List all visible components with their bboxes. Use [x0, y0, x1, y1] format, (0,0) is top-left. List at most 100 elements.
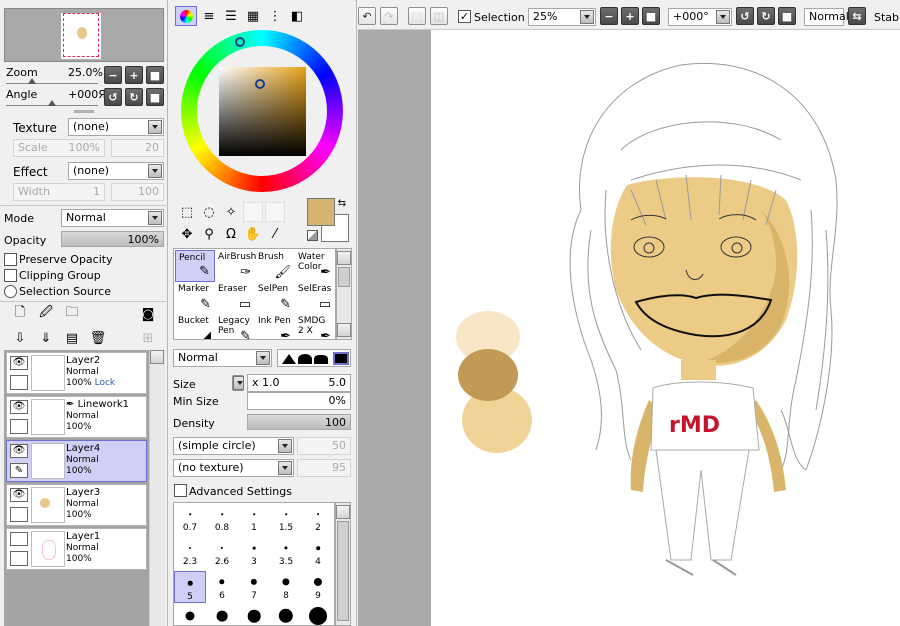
primary-color-swatch[interactable]	[307, 198, 335, 226]
brush-size-option[interactable]: 3	[238, 537, 270, 569]
delete-layer-icon[interactable]: 🗑	[88, 328, 108, 348]
brush-size-option[interactable]: 20	[302, 605, 334, 625]
rotate-reset-button[interactable]: ■	[146, 88, 164, 106]
rotate-tool-icon[interactable]: Ω	[221, 224, 241, 244]
tool-marker[interactable]: Marker ✎	[175, 282, 215, 314]
tip-soft-icon[interactable]	[314, 355, 328, 364]
brush-size-option[interactable]: 16	[270, 605, 302, 625]
color-wheel-tab-icon[interactable]	[175, 6, 197, 26]
hsv-slider-tab-icon[interactable]: ☰	[221, 6, 241, 26]
tool-smdg[interactable]: SMDG 2 X ✒	[295, 314, 335, 339]
drawing-canvas[interactable]: rMD	[431, 30, 900, 626]
brush-size-option[interactable]: 5	[174, 571, 206, 603]
brush-size-option[interactable]: 2.3	[174, 537, 206, 569]
zoom-slider-thumb[interactable]	[28, 78, 36, 84]
layer-item[interactable]: Layer1 Normal 100%	[6, 528, 147, 570]
tool-brush[interactable]: Brush 🖌	[255, 250, 295, 282]
scroll-thumb[interactable]	[337, 521, 349, 621]
canvas-area[interactable]: rMD	[358, 30, 900, 626]
toolbar-rotate-left-button[interactable]: ↺	[736, 7, 754, 25]
toolbar-angle-select[interactable]: +000°	[668, 8, 732, 26]
hand-icon[interactable]: ✋	[243, 224, 263, 244]
layer-lock-toggle[interactable]	[10, 507, 28, 522]
brush-size-option[interactable]: 4	[302, 537, 334, 569]
brush-size-option[interactable]: 10	[174, 605, 206, 625]
rotate-right-button[interactable]: ↻	[125, 88, 143, 106]
navigator-preview[interactable]	[4, 8, 164, 62]
layer-opacity-slider[interactable]: 100%	[61, 231, 164, 247]
merge-down-icon[interactable]: ⇓	[36, 328, 56, 348]
tool-legacy-pen[interactable]: Legacy Pen ✎	[215, 314, 255, 339]
transparent-color-icon[interactable]	[307, 230, 318, 241]
tool-bucket[interactable]: Bucket ◢	[175, 314, 215, 339]
layer-item-selected[interactable]: 👁 ✎ Layer4 Normal 100%	[6, 440, 147, 482]
brush-size-option[interactable]: 12	[206, 605, 238, 625]
new-folder-icon[interactable]: 🗀	[62, 304, 82, 324]
new-layer-icon[interactable]: 🗋	[10, 304, 30, 324]
toolbar-rotate-right-button[interactable]: ↻	[757, 7, 775, 25]
scroll-down-button[interactable]	[337, 323, 351, 337]
toolbar-zoom-in-button[interactable]: +	[621, 7, 639, 25]
tip-sharp-icon[interactable]	[282, 354, 296, 364]
palette-tab-icon[interactable]: ⋮	[265, 6, 285, 26]
undo-button[interactable]: ↶	[358, 7, 376, 25]
rgb-slider-tab-icon[interactable]: ≡	[199, 6, 219, 26]
tool-watercolor[interactable]: Water Color ✒	[295, 250, 335, 282]
advanced-settings-checkbox[interactable]	[174, 484, 187, 497]
swap-colors-icon[interactable]: ⇆	[335, 196, 349, 210]
brush-size-option[interactable]: 2	[302, 503, 334, 535]
min-size-field[interactable]: 0%	[247, 392, 351, 410]
brush-size-option[interactable]: 2.6	[206, 537, 238, 569]
tool-airbrush[interactable]: AirBrush ✑	[215, 250, 256, 282]
tip-flat-icon[interactable]	[333, 352, 349, 365]
clear-layer-icon[interactable]: ▤	[62, 328, 82, 348]
new-linework-layer-icon[interactable]: 🖉	[36, 304, 56, 324]
brush-size-option[interactable]: 0.8	[206, 503, 238, 535]
layer-lock-toggle[interactable]	[10, 419, 28, 434]
tool-seleras[interactable]: SelEras ▭	[295, 282, 335, 314]
brush-size-option[interactable]: 3.5	[270, 537, 302, 569]
pencil-icon[interactable]: ✎	[10, 463, 28, 478]
clipping-group-checkbox[interactable]	[4, 269, 17, 282]
layer-item[interactable]: 👁 Layer3 Normal 100%	[6, 484, 147, 526]
angle-slider-thumb[interactable]	[48, 100, 56, 106]
transfer-down-icon[interactable]: ⇩	[10, 328, 30, 348]
texture-select[interactable]: (none)	[68, 118, 164, 136]
size-field[interactable]: x 1.0 5.0	[247, 374, 351, 392]
lasso-icon[interactable]: ◌	[199, 202, 219, 222]
splitter-grip[interactable]	[74, 110, 94, 113]
toolbar-blend-select[interactable]: Normal	[804, 8, 849, 26]
tip-medium-icon[interactable]	[298, 354, 312, 364]
eye-icon[interactable]: 👁	[10, 356, 28, 370]
zoom-out-button[interactable]: −	[104, 66, 122, 84]
brush-size-option[interactable]: 14	[238, 605, 270, 625]
selection-visibility-checkbox[interactable]: ✓	[458, 10, 471, 23]
layer-item[interactable]: 👁 Layer2 Normal 100% Lock	[6, 352, 147, 394]
magic-wand-icon[interactable]: ✧	[221, 202, 241, 222]
layer-visibility-toggle[interactable]	[10, 532, 28, 546]
toolbar-rotate-reset-button[interactable]: ■	[778, 7, 796, 25]
eyedropper-icon[interactable]: ⁄	[265, 224, 285, 244]
selection-source-radio[interactable]	[4, 285, 17, 298]
brush-shape-select[interactable]: (simple circle)	[173, 437, 294, 455]
layer-list-scrollbar[interactable]	[149, 350, 165, 626]
rect-select-icon[interactable]: ⬚	[177, 202, 197, 222]
layer-item[interactable]: 👁 ✒ Linework1 Normal 100%	[6, 396, 147, 438]
scroll-up-button[interactable]	[337, 251, 351, 265]
brush-size-option[interactable]: 9	[302, 571, 334, 603]
brush-size-option[interactable]: 8	[270, 571, 302, 603]
scroll-up-button[interactable]	[150, 350, 164, 364]
saturation-value-marker[interactable]	[255, 79, 265, 89]
brush-texture-select[interactable]: (no texture)	[173, 459, 294, 477]
tool-grid-scrollbar[interactable]	[336, 248, 352, 340]
preserve-opacity-checkbox[interactable]	[4, 253, 17, 266]
zoom-reset-button[interactable]: ■	[146, 66, 164, 84]
swatches-tab-icon[interactable]: ▦	[243, 6, 263, 26]
toolbar-zoom-reset-button[interactable]: ■	[642, 7, 660, 25]
brush-size-option[interactable]: 1.5	[270, 503, 302, 535]
density-slider[interactable]: 100	[247, 414, 351, 430]
tool-ink-pen[interactable]: Ink Pen ✒	[255, 314, 295, 339]
flip-horizontal-button[interactable]: ⇆	[848, 7, 866, 25]
rotate-left-button[interactable]: ↺	[104, 88, 122, 106]
eye-icon[interactable]: 👁	[10, 444, 28, 458]
